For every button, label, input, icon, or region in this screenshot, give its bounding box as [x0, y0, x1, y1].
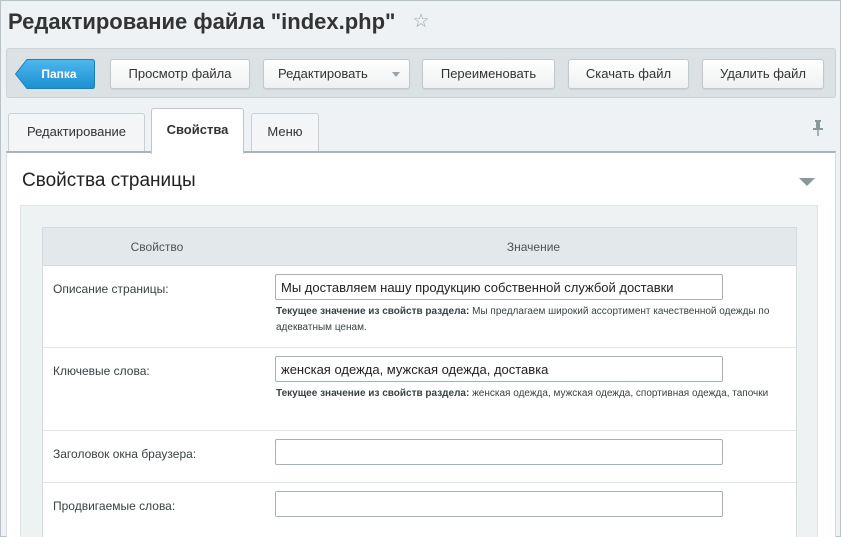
- rename-button[interactable]: Переименовать: [422, 59, 555, 89]
- pin-icon[interactable]: [811, 119, 825, 137]
- row-label-description: Описание страницы:: [53, 282, 169, 296]
- section-title: Свойства страницы: [22, 170, 196, 191]
- star-icon[interactable]: ☆: [411, 12, 431, 32]
- keywords-hint: Текущее значение из свойств раздела: жен…: [276, 386, 776, 402]
- table-header: Свойство Значение: [43, 228, 796, 266]
- column-header-property: Свойство: [130, 240, 184, 254]
- tab-editing[interactable]: Редактирование: [8, 113, 145, 151]
- properties-panel: Свойство Значение Описание страницы: Тек…: [20, 205, 818, 537]
- chevron-down-icon[interactable]: [799, 178, 815, 186]
- browser-title-input[interactable]: [275, 439, 723, 465]
- edit-button-label: Редактировать: [278, 66, 368, 81]
- description-input[interactable]: [275, 274, 723, 300]
- edit-button[interactable]: Редактировать: [263, 59, 410, 89]
- toolbar: Папка Просмотр файла Редактировать Переи…: [6, 48, 836, 98]
- caret-down-icon[interactable]: [392, 72, 400, 77]
- folder-button[interactable]: Папка: [15, 59, 95, 89]
- hint-prefix: Текущее значение из свойств раздела:: [276, 388, 470, 399]
- row-label-keywords: Ключевые слова:: [53, 364, 150, 378]
- description-hint: Текущее значение из свойств раздела: Мы …: [276, 304, 776, 336]
- table-row: Ключевые слова: Текущее значение из свой…: [43, 348, 796, 431]
- folder-button-label: Папка: [41, 67, 77, 81]
- promoted-words-input[interactable]: [275, 491, 723, 517]
- table-row: Продвигаемые слова:: [43, 483, 796, 537]
- hint-value: женская одежда, мужская одежда, спортивн…: [472, 388, 769, 399]
- view-file-button[interactable]: Просмотр файла: [110, 59, 250, 89]
- tab-bar: Редактирование Свойства Меню: [1, 105, 840, 154]
- table-row: Описание страницы: Текущее значение из с…: [43, 266, 796, 348]
- page-header: Редактирование файла "index.php" ☆: [1, 1, 840, 45]
- column-header-value: Значение: [506, 240, 561, 254]
- page-title: Редактирование файла "index.php": [8, 9, 396, 34]
- row-label-promoted-words: Продвигаемые слова:: [53, 499, 176, 513]
- properties-table: Свойство Значение Описание страницы: Тек…: [42, 227, 797, 537]
- table-row: Заголовок окна браузера:: [43, 431, 796, 483]
- tab-menu[interactable]: Меню: [251, 113, 319, 151]
- row-label-browser-title: Заголовок окна браузера:: [53, 447, 197, 461]
- download-file-button[interactable]: Скачать файл: [568, 59, 689, 89]
- hint-prefix: Текущее значение из свойств раздела:: [276, 306, 470, 317]
- properties-content: Свойства страницы Свойство Значение Опис…: [6, 151, 836, 537]
- keywords-input[interactable]: [275, 356, 723, 382]
- tab-properties[interactable]: Свойства: [151, 108, 244, 154]
- delete-file-button[interactable]: Удалить файл: [702, 59, 824, 89]
